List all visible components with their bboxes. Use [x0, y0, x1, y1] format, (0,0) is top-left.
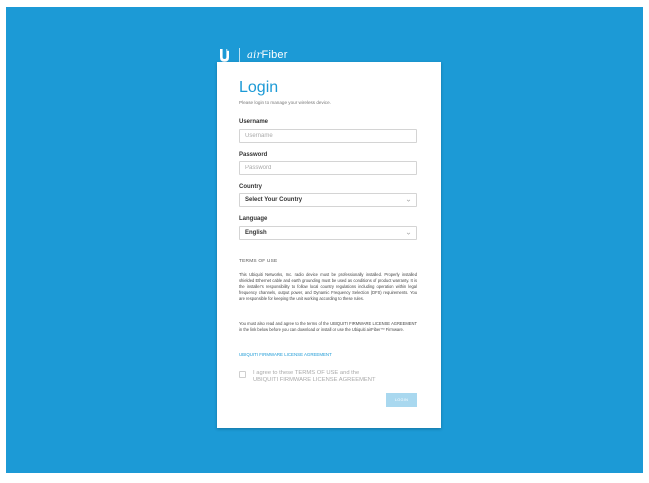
login-button[interactable]: LOGIN [386, 393, 417, 407]
terms-paragraph-2: You must also read and agree to the term… [239, 321, 417, 332]
country-selected-value: Select Your Country [245, 197, 303, 203]
username-label: Username [239, 119, 269, 125]
page-title: Login [239, 79, 279, 96]
agree-label-line-1: I agree to these TERMS OF USE and the [253, 370, 360, 376]
country-label: Country [239, 184, 262, 190]
password-label: Password [239, 152, 268, 158]
terms-paragraph-1: This Ubiquiti Networks, Inc. radio devic… [239, 272, 417, 301]
ubiquiti-u-icon [220, 48, 229, 62]
product-name: Fiber [261, 49, 288, 61]
username-input[interactable] [239, 129, 417, 143]
chevron-down-icon [406, 199, 411, 202]
brand-divider [239, 48, 240, 62]
agree-label-line-2: UBIQUITI FIRMWARE LICENSE AGREEMENT [253, 377, 376, 383]
license-agreement-link[interactable]: UBIQUITI FIRMWARE LICENSE AGREEMENT [239, 352, 332, 357]
login-page-background: airFiber Login Please login to manage yo… [6, 7, 643, 473]
language-selected-value: English [245, 230, 267, 236]
login-subtitle: Please login to manage your wireless dev… [239, 100, 331, 105]
product-logo: airFiber [247, 49, 288, 61]
product-prefix: air [247, 50, 262, 61]
password-input[interactable] [239, 161, 417, 175]
language-select[interactable]: English [239, 226, 417, 240]
chevron-down-icon [406, 232, 411, 235]
country-select[interactable]: Select Your Country [239, 193, 417, 207]
language-label: Language [239, 216, 268, 222]
agree-checkbox[interactable] [239, 371, 246, 378]
agree-row: I agree to these TERMS OF USE and the UB… [239, 370, 376, 384]
brand-header: airFiber [219, 47, 288, 63]
agree-label: I agree to these TERMS OF USE and the UB… [253, 370, 376, 384]
login-card: Login Please login to manage your wirele… [217, 62, 441, 428]
terms-heading: TERMS OF USE [239, 259, 278, 264]
